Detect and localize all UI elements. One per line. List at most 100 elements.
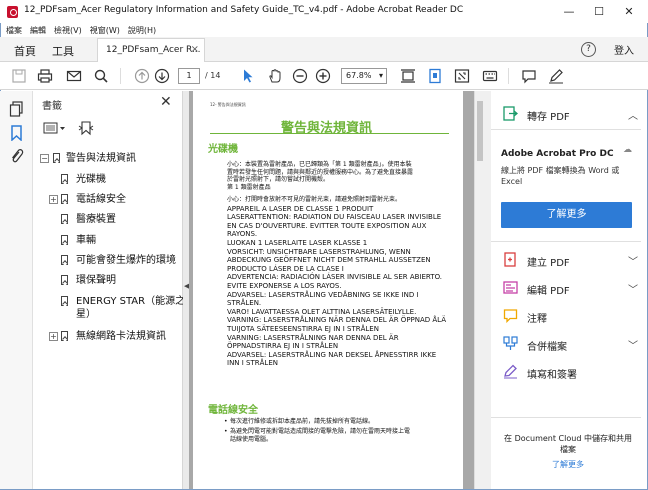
tab-tools[interactable]: 工具	[52, 43, 74, 59]
hand-tool-icon[interactable]	[267, 68, 283, 84]
expand-bookmark-icon[interactable]	[78, 120, 94, 136]
edit-pdf-label: 編輯 PDF	[527, 286, 570, 297]
title-rule	[210, 133, 449, 134]
bookmark-item[interactable]: + 電話線安全	[33, 193, 183, 207]
keyboard-icon[interactable]	[482, 68, 498, 84]
bookmark-item[interactable]: 車輛	[33, 234, 183, 248]
acrobat-app-icon	[7, 6, 18, 18]
chevron-down-icon[interactable]: ﹀	[628, 281, 638, 296]
scrollbar-thumb[interactable]	[477, 101, 483, 161]
document-cloud-icon: ☁	[623, 145, 632, 155]
promo-description: 線上將 PDF 檔案轉換為 Word 或 Excel	[501, 166, 620, 186]
fit-page-icon[interactable]	[400, 68, 416, 84]
document-cloud-message: 在 Document Cloud 中儲存和共用檔案	[504, 434, 632, 454]
print-icon[interactable]	[37, 68, 53, 84]
combine-files-icon	[503, 336, 518, 350]
chevron-down-icon[interactable]: ﹀	[628, 253, 638, 268]
edit-pdf-tool[interactable]: 編輯 PDF ﹀	[503, 279, 638, 297]
close-tab-icon[interactable]: ×	[191, 44, 199, 55]
bookmark-item[interactable]: 光碟機	[33, 173, 183, 187]
bookmark-item[interactable]: ENERGY STAR（能源之 星）	[33, 295, 186, 323]
maximize-button[interactable]: ☐	[584, 0, 614, 23]
bookmark-label: 車輛	[76, 235, 96, 246]
save-icon[interactable]	[11, 68, 27, 84]
comment-icon[interactable]	[521, 68, 537, 84]
bookmark-label: ENERGY STAR（能源之	[76, 296, 186, 307]
bookmark-icon	[61, 194, 68, 204]
comment-tool[interactable]: 注釋	[503, 307, 633, 325]
bookmark-options-icon[interactable]	[43, 121, 67, 135]
tools-pane-scrollbar[interactable]	[641, 91, 647, 489]
fill-and-sign-label: 填寫和簽署	[527, 370, 577, 381]
tab-home[interactable]: 首頁	[14, 43, 36, 59]
page-thumbnails-icon[interactable]	[9, 101, 24, 117]
bookmarks-panel-title: 書籤	[42, 101, 62, 112]
close-panel-icon[interactable]: ✕	[160, 94, 172, 110]
export-pdf-icon	[503, 106, 518, 121]
tab-document[interactable]: 12_PDFsam_Acer R... ×	[97, 38, 205, 62]
tools-pane-splitter[interactable]	[484, 91, 491, 489]
divider	[491, 241, 641, 242]
bookmark-item[interactable]: 醫療裝置	[33, 213, 183, 227]
export-pdf-tool[interactable]: 轉存 PDF ︿	[503, 105, 638, 123]
bookmark-item[interactable]: + 無線網路卡法規資訊	[33, 330, 183, 344]
bookmark-label: 光碟機	[76, 174, 106, 185]
next-page-icon[interactable]	[154, 68, 170, 84]
sign-pen-icon[interactable]	[548, 68, 564, 84]
search-icon[interactable]	[93, 68, 109, 84]
attachments-icon[interactable]	[9, 148, 24, 164]
bookmark-icon	[61, 331, 68, 341]
bookmarks-icon[interactable]	[9, 125, 24, 141]
laser-warning-multilingual: 小心：打開時會放射不可見的雷射光束，請避免照射到雷射光束。 APPAREIL A…	[227, 196, 447, 368]
zoom-out-icon[interactable]	[292, 68, 308, 84]
previous-page-icon[interactable]	[134, 68, 150, 84]
zoom-in-icon[interactable]	[315, 68, 331, 84]
document-cloud-learn-more-link[interactable]: 了解更多	[503, 459, 633, 470]
menu-help[interactable]: 說明(H)	[128, 25, 156, 36]
toolbar-separator	[508, 68, 509, 84]
collapse-icon[interactable]: −	[40, 154, 49, 163]
tools-pane: 轉存 PDF ︿ ☁ Adobe Acrobat Pro DC 線上將 PDF …	[491, 91, 641, 489]
menu-window[interactable]: 視窗(W)	[90, 25, 120, 36]
zoom-level-select[interactable]: 67.8%	[341, 68, 387, 84]
bookmark-item[interactable]: 可能會發生爆炸的環境	[33, 254, 183, 268]
document-viewport[interactable]: 12- 警告與法規資訊 警告與法規資訊 光碟機 小心：本裝置為雷射產品，已已歸類…	[189, 91, 474, 489]
combine-files-label: 合併檔案	[527, 342, 567, 353]
bullet-item: 每次進行維修或拆卸本產品前，請先拔掉所有電話線。	[224, 418, 452, 426]
bookmark-icon	[61, 275, 68, 285]
menu-file[interactable]: 檔案	[6, 25, 22, 36]
bullet-item: 為避免閃電可能對電話造成間接的電擊危險，請勿在雷雨天時接上電 話線使用電腦。	[224, 428, 452, 443]
sign-in-button[interactable]: 登入	[614, 42, 634, 57]
chevron-down-icon[interactable]: ﹀	[628, 337, 638, 352]
minimize-button[interactable]: —	[554, 0, 584, 23]
create-pdf-label: 建立 PDF	[527, 258, 570, 269]
bookmark-icon	[61, 255, 68, 265]
fill-and-sign-tool[interactable]: 填寫和簽署	[503, 363, 633, 381]
full-screen-icon[interactable]	[454, 68, 470, 84]
combine-files-tool[interactable]: 合併檔案 ﹀	[503, 335, 638, 353]
edit-pdf-icon	[503, 281, 518, 294]
expand-icon[interactable]: +	[49, 332, 58, 341]
select-tool-icon[interactable]	[240, 68, 256, 84]
page-view-icon[interactable]	[427, 68, 443, 84]
chevron-up-icon[interactable]: ︿	[628, 107, 638, 122]
help-icon[interactable]: ?	[581, 42, 596, 57]
learn-more-button[interactable]: 了解更多	[501, 202, 632, 228]
bookmark-icon	[61, 296, 68, 306]
document-scrollbar[interactable]	[474, 91, 484, 489]
comment-bubble-icon	[503, 309, 518, 323]
bookmark-item[interactable]: 環保聲明	[33, 274, 183, 288]
email-icon[interactable]	[66, 68, 82, 84]
expand-icon[interactable]: +	[49, 195, 58, 204]
bookmark-item[interactable]: − 警告與法規資訊	[33, 152, 183, 166]
menu-view[interactable]: 檢視(V)	[54, 25, 82, 36]
page-running-header: 12- 警告與法規資訊	[210, 102, 246, 107]
create-pdf-tool[interactable]: 建立 PDF ﹀	[503, 251, 638, 269]
bookmark-label: 警告與法規資訊	[66, 153, 136, 164]
menu-edit[interactable]: 編輯	[30, 25, 46, 36]
page-number-input[interactable]: 1	[178, 68, 200, 84]
bookmark-label: 無線網路卡法規資訊	[76, 331, 166, 342]
close-window-button[interactable]: ✕	[614, 0, 644, 23]
section-heading-phone-line: 電話線安全	[208, 405, 258, 416]
page-total: / 14	[205, 71, 221, 80]
